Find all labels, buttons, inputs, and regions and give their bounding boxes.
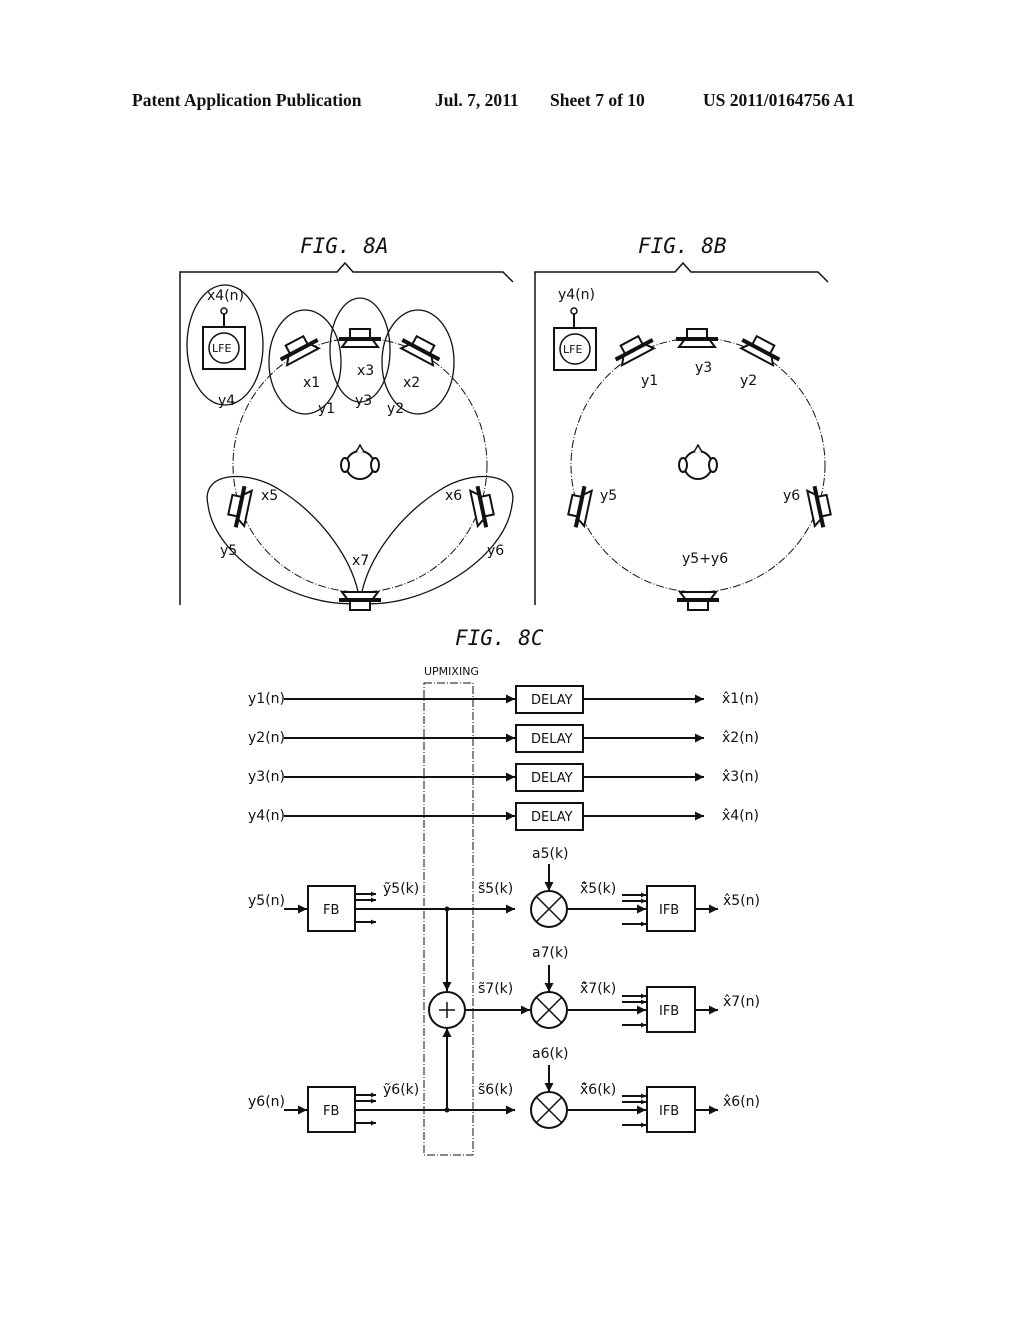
gain-label: a5(k) — [532, 846, 569, 862]
group-y3-label: y3 — [355, 393, 372, 409]
fb-row-6: y6(n) FB ỹ6(k) s̃6(k) a6(k) x̂̃6(k) IFB — [248, 1046, 760, 1133]
gain-label: a7(k) — [532, 945, 569, 961]
delay-output-label: x̂1(n) — [722, 691, 759, 707]
delay-row-2: y2(n) DELAY x̂2(n) — [248, 724, 759, 753]
fig-8b: FIG. 8B y4(n) LFE y1 y3 y2 y5 y6 y5+y6 — [534, 234, 836, 612]
s-label: s̃5(k) — [478, 881, 513, 897]
group-y3-ellipse — [329, 297, 391, 403]
speaker-y5-icon — [563, 482, 595, 531]
group-y2-ellipse — [381, 309, 455, 415]
delay-rows: y1(n) DELAY x̂1(n) y2(n) DELAY x̂2(n) y3… — [248, 685, 759, 831]
fb-row-7: s̃7(k) a7(k) x̂̃7(k) IFB x̂7(n) — [428, 909, 760, 1109]
delay-row-3: y3(n) DELAY x̂3(n) — [248, 763, 759, 792]
fig-8a: FIG. 8A x4(n) LFE y4 x1 x3 x2 y1 y3 y2 x… — [179, 234, 514, 612]
s-label: s̃7(k) — [478, 981, 513, 997]
speaker-y1-icon — [611, 331, 657, 367]
speaker-x3-label: x3 — [357, 363, 374, 379]
speaker-y3-label: y3 — [695, 360, 712, 376]
listener-head-icon — [678, 444, 718, 480]
group-y4-label: y4 — [218, 393, 235, 409]
mult-output-label: x̂̃6(k) — [580, 1082, 616, 1098]
group-y1-label: y1 — [318, 401, 335, 417]
upmixing-region — [423, 682, 474, 1156]
lfe-terminal-icon — [220, 307, 228, 315]
speaker-x3-icon — [337, 327, 383, 349]
delay-input-label: y2(n) — [248, 730, 285, 746]
ifb-label: IFB — [659, 903, 679, 918]
delay-output-label: x̂2(n) — [722, 730, 759, 746]
speaker-y2-label: y2 — [740, 373, 757, 389]
speaker-x2-icon — [399, 331, 445, 367]
mult-output-label: x̂̃5(k) — [580, 881, 616, 897]
group-y6-label: y6 — [487, 543, 504, 559]
delay-row-1: y1(n) DELAY x̂1(n) — [248, 685, 759, 714]
speaker-y5-label: y5 — [600, 488, 617, 504]
speaker-x1-icon — [276, 331, 322, 367]
delay-label: DELAY — [531, 810, 573, 825]
upmixing-label: UPMIXING — [424, 665, 479, 678]
group-y5-ellipse — [206, 475, 361, 605]
mult-output-label: x̂̃7(k) — [580, 981, 616, 997]
delay-label: DELAY — [531, 732, 573, 747]
speaker-x5-icon — [223, 482, 255, 531]
fig-8b-title: FIG. 8B — [638, 234, 727, 258]
ifb-label: IFB — [659, 1004, 679, 1019]
listener-head-icon — [340, 444, 380, 480]
speaker-x1-label: x1 — [303, 375, 320, 391]
delay-input-label: y4(n) — [248, 808, 285, 824]
group-y5-label: y5 — [220, 543, 237, 559]
speaker-y3-icon — [674, 327, 720, 349]
delay-row-4: y4(n) DELAY x̂4(n) — [248, 802, 759, 831]
fig-8c: FIG. 8C UPMIXING y1(n) DELAY x̂1(n) y2(n… — [248, 626, 760, 1156]
fb-input-label: y5(n) — [248, 893, 285, 909]
fb-input-label: y6(n) — [248, 1094, 285, 1110]
speaker-x2-label: x2 — [403, 375, 420, 391]
delay-input-label: y3(n) — [248, 769, 285, 785]
lfe-label-b: LFE — [563, 343, 582, 356]
speaker-y5y6-label: y5+y6 — [682, 551, 728, 567]
fb-output-label: ỹ6(k) — [383, 1082, 419, 1098]
gain-label: a6(k) — [532, 1046, 569, 1062]
speaker-y6-label: y6 — [783, 488, 800, 504]
lfe-label: LFE — [212, 342, 231, 355]
lfe-input-label-b: y4(n) — [558, 287, 595, 303]
fb-output-final: x̂5(n) — [723, 893, 760, 909]
fb-output-final: x̂7(n) — [723, 994, 760, 1010]
delay-label: DELAY — [531, 693, 573, 708]
fb-output-final: x̂6(n) — [723, 1094, 760, 1110]
s-label: s̃6(k) — [478, 1082, 513, 1098]
lfe-input-label: x4(n) — [207, 288, 244, 304]
speaker-x7-icon — [337, 590, 383, 612]
fb-label: FB — [323, 1104, 339, 1119]
speaker-x6-label: x6 — [445, 488, 462, 504]
figure-canvas: FIG. 8A x4(n) LFE y4 x1 x3 x2 y1 y3 y2 x… — [179, 234, 836, 1156]
speaker-y6-icon — [804, 482, 836, 531]
ifb-label: IFB — [659, 1104, 679, 1119]
delay-label: DELAY — [531, 771, 573, 786]
speaker-y1-label: y1 — [641, 373, 658, 389]
fb-output-label: ỹ5(k) — [383, 881, 419, 897]
fig-8a-title: FIG. 8A — [300, 234, 389, 258]
fig-8c-title: FIG. 8C — [455, 626, 544, 650]
speaker-y5y6-icon — [675, 590, 721, 612]
delay-output-label: x̂3(n) — [722, 769, 759, 785]
delay-input-label: y1(n) — [248, 691, 285, 707]
fb-label: FB — [323, 903, 339, 918]
delay-output-label: x̂4(n) — [722, 808, 759, 824]
speaker-x7-label: x7 — [352, 553, 369, 569]
speaker-x5-label: x5 — [261, 488, 278, 504]
speaker-y2-icon — [739, 331, 785, 367]
group-y2-label: y2 — [387, 401, 404, 417]
fb-row-5: y5(n) FB ỹ5(k) s̃5(k) a5(k) x̂̃5(k) IFB — [248, 846, 760, 932]
